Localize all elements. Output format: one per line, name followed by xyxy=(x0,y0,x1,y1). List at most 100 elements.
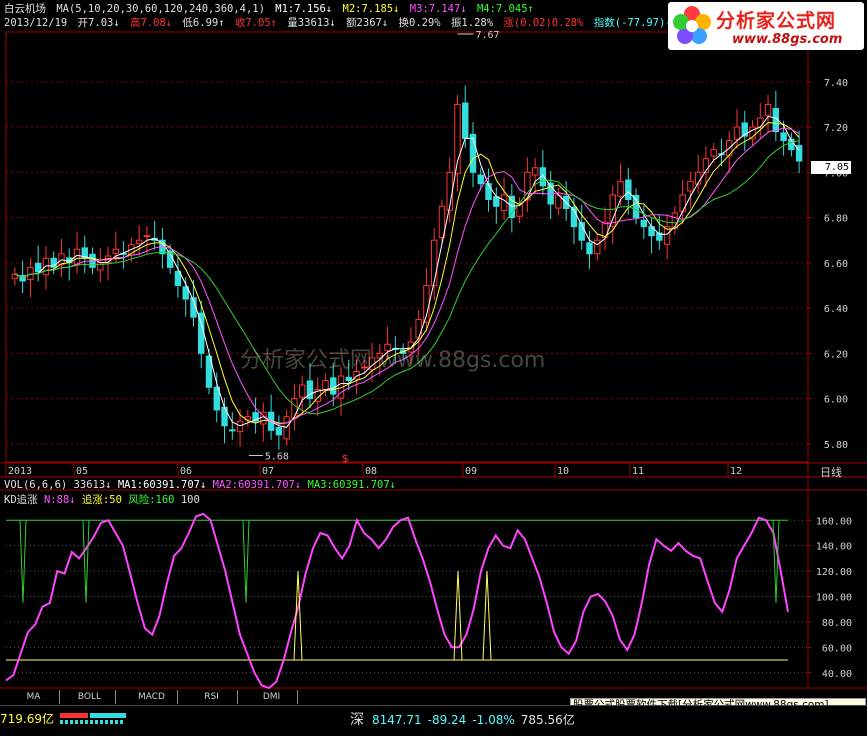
candle-body xyxy=(493,196,500,207)
watermark-text: 分析家公式网 www.88gs.com xyxy=(240,348,546,373)
ma1-value: M1:7.156↓ xyxy=(275,3,333,15)
candle-body xyxy=(609,194,616,227)
price-tick-label: 5.80 xyxy=(824,440,848,451)
candle-body xyxy=(345,376,352,382)
kd-tick-label: 40.00 xyxy=(822,669,852,680)
candle xyxy=(531,158,539,193)
current-price-tag: 7.05 xyxy=(811,161,851,174)
candle xyxy=(772,90,780,142)
candle-body xyxy=(632,194,640,219)
quote-date: 2013/12/19 xyxy=(4,17,68,29)
candle xyxy=(275,415,283,450)
time-label: 12 xyxy=(730,466,742,477)
time-label: 11 xyxy=(632,466,644,477)
quote-volume: 量33613↓ xyxy=(287,17,336,29)
logo-url: www.88gs.com xyxy=(732,32,843,47)
signal-marker: $ xyxy=(342,452,349,465)
candle xyxy=(120,241,127,269)
kd-panel-title: KD追涨 N:88↓ 追涨:50 风险:160 100 xyxy=(4,492,200,507)
candle xyxy=(741,110,748,152)
risk-spike xyxy=(242,520,250,603)
candle-body xyxy=(462,102,469,139)
time-label: 09 xyxy=(465,466,477,477)
ma3-value: M3:7.147↓ xyxy=(409,3,467,15)
kd-n: N:88↓ xyxy=(43,494,76,506)
site-logo[interactable]: 分析家公式网 www.88gs.com xyxy=(668,2,864,50)
candle xyxy=(601,207,609,250)
candle xyxy=(671,206,679,235)
ma-params: MA(5,10,20,30,60,120,240,360,4,1) xyxy=(56,3,265,15)
candle xyxy=(687,171,694,209)
risk-spike xyxy=(82,520,90,603)
candle xyxy=(27,257,34,298)
candle-body xyxy=(594,239,601,255)
candle xyxy=(446,157,453,223)
candle-body xyxy=(640,219,648,228)
tab-macd[interactable]: MACD xyxy=(126,690,178,704)
candle-body xyxy=(135,239,143,244)
risk-spike xyxy=(19,520,27,603)
candle xyxy=(524,157,531,213)
candle-body xyxy=(430,239,438,286)
time-label: 05 xyxy=(76,466,88,477)
tab-rsi[interactable]: RSI xyxy=(186,690,238,704)
candle-body xyxy=(733,126,741,140)
candle xyxy=(508,184,516,233)
vol-value: 33613↓ xyxy=(73,479,112,491)
candle-body xyxy=(236,420,244,433)
candle xyxy=(454,94,461,192)
candle-body xyxy=(291,398,298,419)
tab-dmi[interactable]: DMI xyxy=(246,690,298,704)
candle xyxy=(757,103,764,140)
quote-open: 开7.03↓ xyxy=(77,17,120,29)
high-label: 7.67 xyxy=(475,30,499,41)
vol-panel-title: VOL(6,6,6) 33613↓ MA1:60391.707↓ MA2:603… xyxy=(4,479,396,491)
price-tick-label: 6.40 xyxy=(824,304,848,315)
candle xyxy=(135,225,143,256)
candle xyxy=(322,373,329,397)
candle xyxy=(648,217,655,254)
tab-boll[interactable]: BOLL xyxy=(64,690,116,704)
tab-ma[interactable]: MA xyxy=(8,690,60,704)
candle xyxy=(485,168,492,212)
kd-tick-label: 140.00 xyxy=(816,542,852,553)
candle-body xyxy=(625,179,632,200)
candle-body xyxy=(330,377,337,395)
candle xyxy=(314,377,321,417)
n-line xyxy=(5,512,789,690)
price-tick-label: 6.00 xyxy=(824,395,848,406)
candle xyxy=(547,170,554,219)
indicator-tabs: MA BOLL MACD RSI DMI xyxy=(0,690,340,704)
candle xyxy=(469,122,477,188)
candle-body xyxy=(415,318,422,339)
quote-high: 高7.08↓ xyxy=(129,17,173,29)
candle-body xyxy=(221,406,228,427)
candle-body xyxy=(275,427,283,436)
header-line-ma: 白云机场 MA(5,10,20,30,60,120,240,360,4,1) M… xyxy=(4,3,538,16)
candle-body xyxy=(322,380,329,391)
quote-amplitude: 振1.28% xyxy=(450,17,494,29)
time-label: 06 xyxy=(180,466,192,477)
candle xyxy=(66,248,73,281)
price-tick-label: 6.80 xyxy=(824,214,848,225)
kd-tick-label: 100.00 xyxy=(816,593,852,604)
candle xyxy=(438,199,446,245)
kd-tick-label: 60.00 xyxy=(822,643,852,654)
candle xyxy=(190,280,197,327)
candle xyxy=(229,412,236,440)
candle-body xyxy=(298,384,306,398)
candle xyxy=(252,397,259,434)
candle xyxy=(81,235,88,274)
period-label[interactable]: 日线 xyxy=(820,464,842,480)
quote-amount: 额2367↓ xyxy=(346,17,389,29)
quote-change: 涨(0.02)0.28% xyxy=(503,17,584,29)
price-tick-label: 6.20 xyxy=(824,349,848,360)
kd-level: 100 xyxy=(180,494,200,506)
candle-body xyxy=(586,242,593,255)
candle-body xyxy=(477,174,484,185)
quote-close: 收7.05↑ xyxy=(234,17,277,29)
candle-body xyxy=(757,117,764,128)
ma2-value: M2:7.185↓ xyxy=(342,3,400,15)
candle xyxy=(694,154,702,194)
candle-body xyxy=(780,132,787,142)
